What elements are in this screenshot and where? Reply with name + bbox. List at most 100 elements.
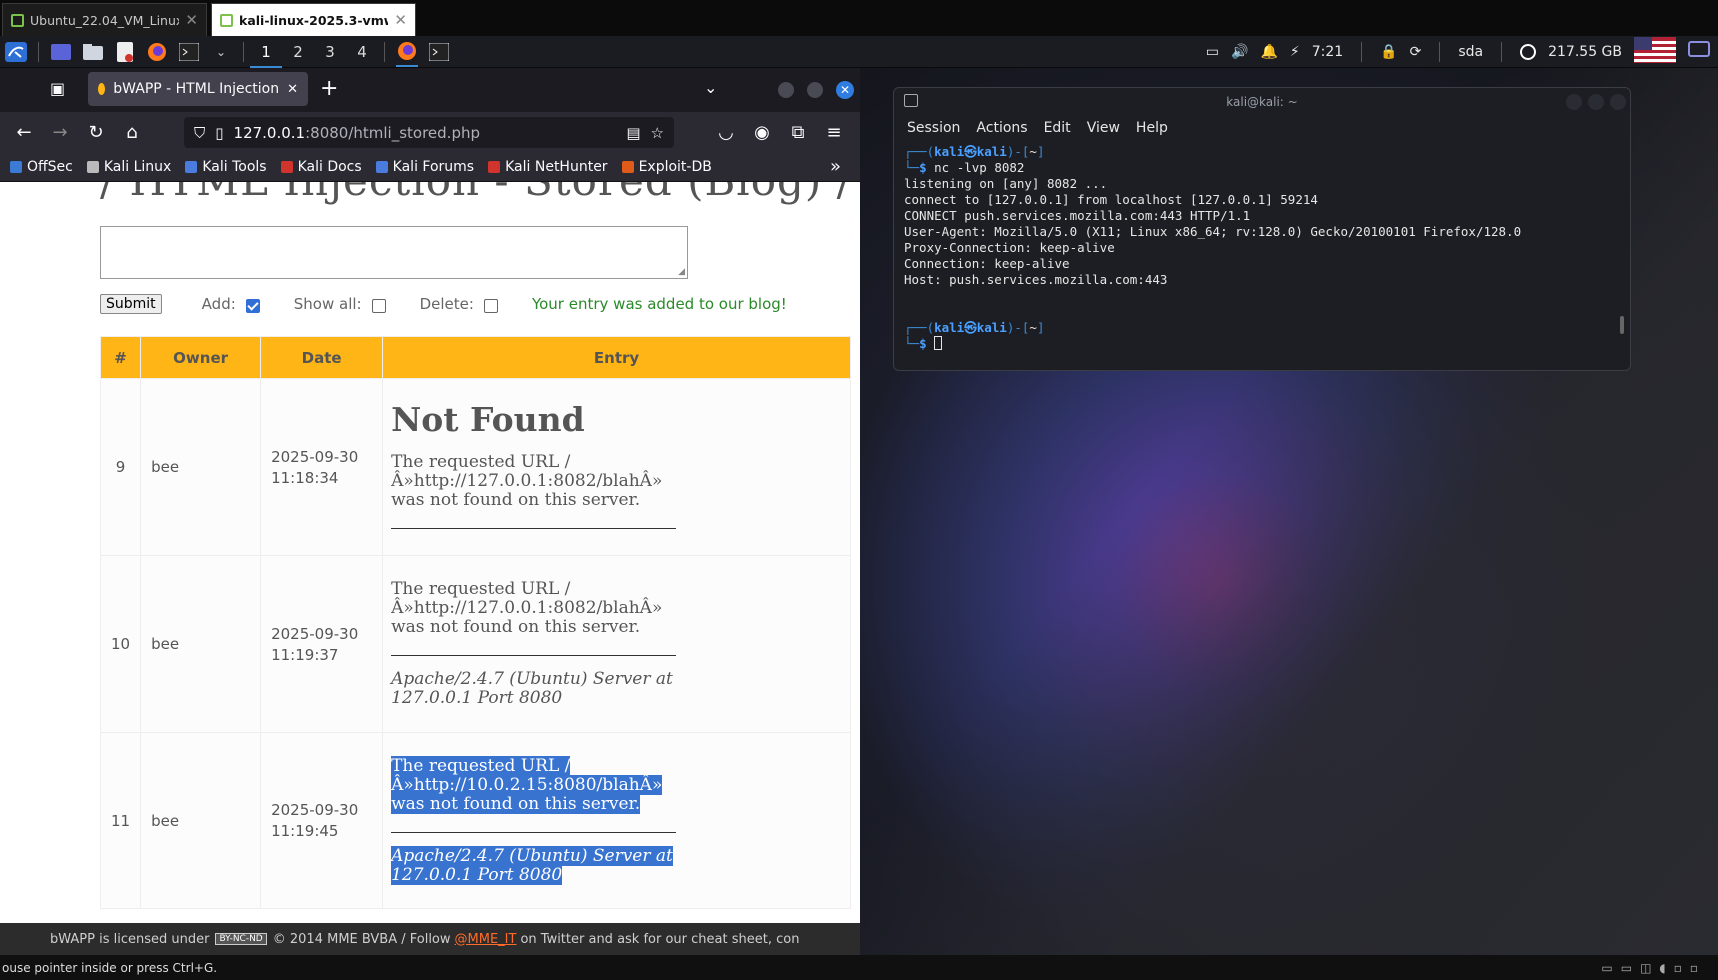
- power-icon[interactable]: ⚡: [1290, 44, 1300, 60]
- footer-text: © 2014 MME BVBA / Follow: [272, 931, 451, 947]
- close-icon[interactable]: ✕: [185, 11, 198, 29]
- pocket-icon[interactable]: ◡: [708, 116, 744, 148]
- workspace-2[interactable]: 2: [282, 36, 314, 68]
- close-icon[interactable]: ✕: [394, 11, 407, 29]
- blog-table: # Owner Date Entry 9 bee 2025-09-30 11:18…: [99, 336, 851, 909]
- bookmark-kali-docs[interactable]: Kali Docs: [280, 159, 362, 175]
- entry-date: 2025-09-30 11:19:45: [260, 732, 384, 909]
- menu-icon[interactable]: ≡: [816, 116, 852, 148]
- prompt-host: kali: [976, 144, 1007, 159]
- bookmark-kali-nethunter[interactable]: Kali NetHunter: [488, 159, 608, 175]
- twitter-link[interactable]: @MME_IT: [455, 932, 517, 947]
- logout-icon[interactable]: ⟳: [1410, 44, 1422, 60]
- reload-icon[interactable]: ↻: [78, 116, 114, 148]
- workspace-1[interactable]: 1: [250, 36, 282, 68]
- menu-actions[interactable]: Actions: [976, 120, 1027, 136]
- list-tabs-icon[interactable]: ⌄: [704, 78, 717, 97]
- entry-date-day: 2025-09-30: [271, 801, 359, 819]
- show-all-checkbox[interactable]: [371, 299, 386, 313]
- prompt-at: ㉿: [964, 144, 977, 159]
- browser-tab-bwapp[interactable]: bWAPP - HTML Injection ✕: [88, 72, 308, 106]
- col-header-date: Date: [260, 336, 384, 379]
- menu-help[interactable]: Help: [1136, 120, 1168, 136]
- host-tab-bar: Ubuntu_22.04_VM_LinuxVMI... ✕ kali-linux…: [0, 0, 1718, 36]
- entry-date-day: 2025-09-30: [271, 624, 359, 643]
- workspace-3[interactable]: 3: [314, 36, 346, 68]
- prompt-dir: ~: [1029, 144, 1037, 159]
- account-icon[interactable]: ◉: [744, 116, 780, 148]
- vm-settings-icon[interactable]: [1688, 40, 1710, 63]
- display-icon[interactable]: ▭: [1206, 44, 1219, 60]
- entry-title: Not Found: [391, 400, 585, 439]
- bookmark-offsec[interactable]: OffSec: [10, 159, 73, 175]
- back-icon[interactable]: ←: [6, 116, 42, 148]
- terminal-title: kali@kali: ~: [1226, 95, 1298, 109]
- table-row: 9 bee 2025-09-30 11:18:34 Not Found The r…: [99, 378, 851, 556]
- close-tab-icon[interactable]: ✕: [287, 82, 298, 97]
- new-tab-button[interactable]: +: [320, 76, 338, 101]
- host-tab-kali[interactable]: kali-linux-2025.3-vmware... ✕: [211, 3, 416, 36]
- url-path: :8080/htmli_stored.php: [305, 123, 481, 142]
- notification-icon[interactable]: 🔔: [1260, 44, 1277, 60]
- clock[interactable]: 7:21: [1312, 44, 1343, 60]
- url-bar[interactable]: ⛉ ▯ 127.0.0.1:8080/htmli_stored.php ▤ ☆: [184, 117, 674, 148]
- taskbar-terminal-icon[interactable]: [428, 42, 450, 62]
- col-header-entry: Entry: [382, 336, 851, 379]
- vm-icon: [11, 13, 24, 27]
- file-manager-icon[interactable]: [82, 42, 104, 62]
- workspace-4[interactable]: 4: [346, 36, 378, 68]
- table-row: 11 bee 2025-09-30 11:19:45 The requested …: [99, 732, 851, 909]
- output-line: listening on [any] 8082 ...: [904, 176, 1108, 191]
- resize-handle-icon[interactable]: ◢: [678, 267, 685, 277]
- page-footer: bWAPP is licensed under BY-NC-ND © 2014 …: [0, 923, 860, 955]
- minimize-button[interactable]: [1566, 94, 1582, 110]
- terminal-command: nc -lvp 8082: [934, 160, 1025, 175]
- text-editor-icon[interactable]: [114, 41, 136, 62]
- offsec-icon: [10, 160, 22, 173]
- maximize-button[interactable]: [807, 82, 823, 98]
- extensions-icon[interactable]: ⧉: [780, 116, 816, 148]
- bookmark-star-icon[interactable]: ☆: [651, 124, 664, 142]
- menu-edit[interactable]: Edit: [1044, 120, 1071, 136]
- menu-session[interactable]: Session: [907, 120, 960, 136]
- bookmark-exploit-db[interactable]: Exploit-DB: [621, 159, 712, 175]
- show-desktop-icon[interactable]: [50, 42, 72, 62]
- blog-entry-textarea[interactable]: ◢: [100, 226, 688, 279]
- maximize-button[interactable]: [1588, 94, 1604, 110]
- volume-icon[interactable]: 🔊: [1231, 44, 1248, 60]
- lock-icon[interactable]: 🔒: [1380, 44, 1397, 60]
- add-checkbox[interactable]: [245, 299, 260, 313]
- bookmark-kali-forums[interactable]: Kali Forums: [375, 159, 474, 175]
- page-content: / HTML Injection - Stored (Blog) / ◢ Sub…: [0, 182, 860, 923]
- delete-checkbox[interactable]: [483, 299, 498, 313]
- us-flag-icon[interactable]: [1634, 36, 1676, 67]
- reader-view-icon[interactable]: ▤: [626, 124, 640, 142]
- entry-divider: [391, 655, 677, 656]
- menu-view[interactable]: View: [1087, 120, 1120, 136]
- submit-button[interactable]: Submit: [100, 294, 162, 314]
- forward-icon[interactable]: →: [42, 116, 78, 148]
- terminal-scrollbar[interactable]: [1620, 316, 1624, 334]
- entry-id: 9: [99, 378, 142, 556]
- terminal-icon[interactable]: [178, 42, 200, 62]
- bookmarks-overflow-icon[interactable]: »: [830, 156, 841, 177]
- taskbar-firefox-icon[interactable]: [396, 37, 418, 67]
- close-window-button[interactable]: ✕: [836, 81, 854, 99]
- shield-icon[interactable]: ⛉: [194, 124, 205, 142]
- home-icon[interactable]: ⌂: [114, 116, 150, 148]
- host-tab-ubuntu[interactable]: Ubuntu_22.04_VM_LinuxVMI... ✕: [2, 3, 207, 36]
- bookmark-kali-tools[interactable]: Kali Tools: [185, 159, 267, 175]
- tab-overview-icon[interactable]: ▣: [50, 79, 65, 98]
- minimize-button[interactable]: [778, 82, 794, 98]
- close-button[interactable]: [1610, 94, 1626, 110]
- vm-device-icons[interactable]: ▭▭◫◖▫▫: [1601, 961, 1718, 975]
- kali-menu-icon[interactable]: [5, 41, 27, 62]
- add-label: Add:: [201, 295, 236, 313]
- chevron-down-icon[interactable]: ⌄: [210, 42, 232, 62]
- terminal-output[interactable]: ┌──(kali㉿kali)-[~] └─$ nc -lvp 8082 listen…: [894, 140, 1630, 356]
- entry-date-time: 11:19:45: [271, 822, 339, 840]
- bookmark-kali-linux[interactable]: Kali Linux: [86, 159, 171, 175]
- cc-license-badge[interactable]: BY-NC-ND: [215, 933, 267, 945]
- firefox-icon[interactable]: [146, 42, 168, 62]
- entry-divider: [391, 831, 677, 833]
